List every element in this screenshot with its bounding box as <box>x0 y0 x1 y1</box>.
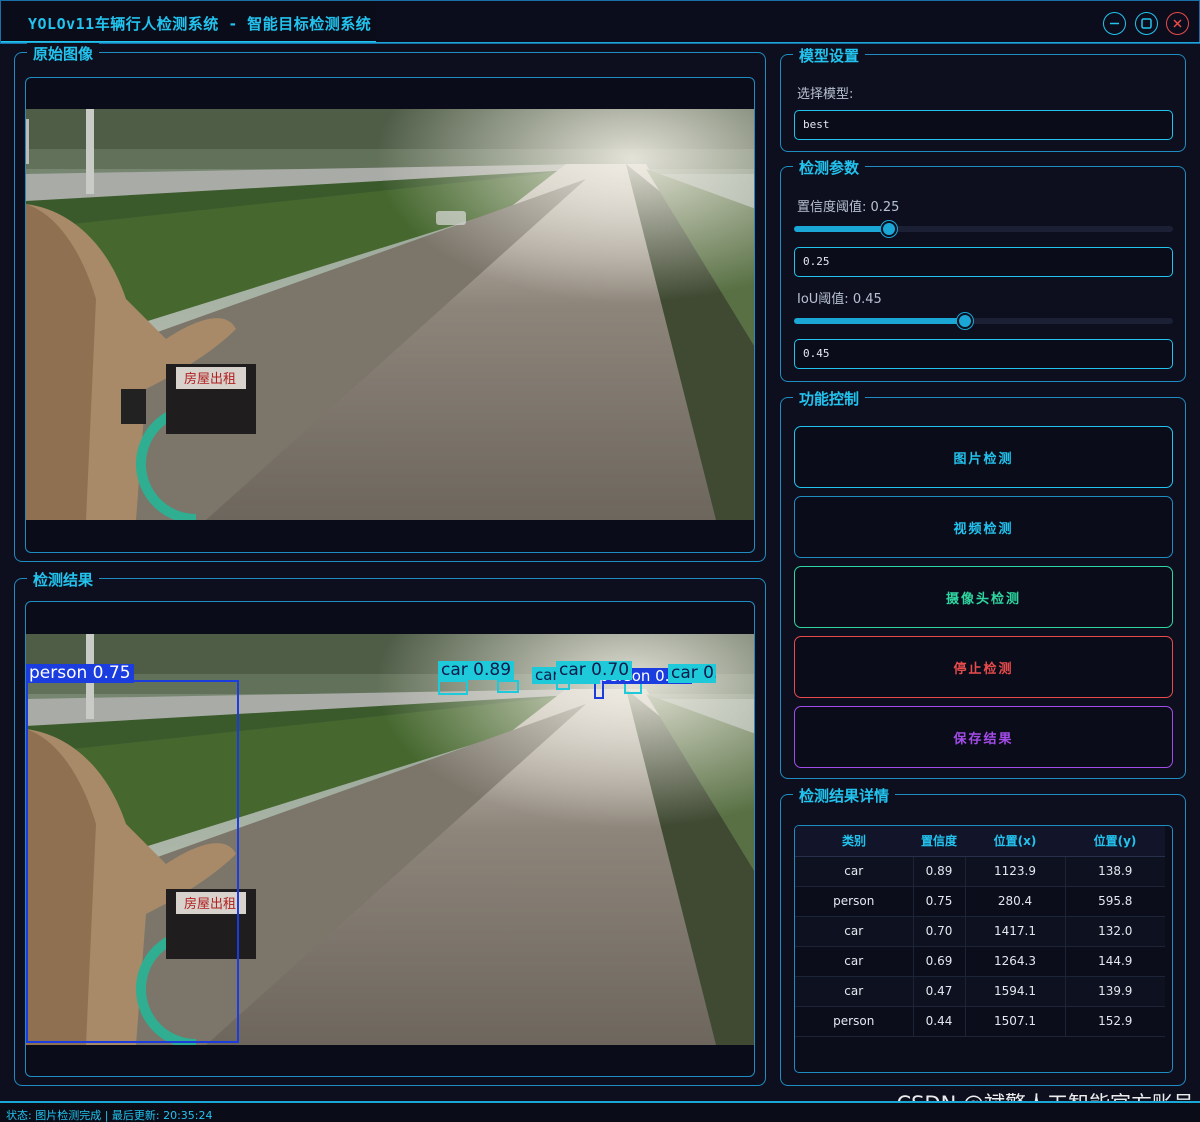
table-row[interactable]: car 0.89 1123.9 138.9 <box>795 856 1165 887</box>
detection-result-panel: 检测结果 房屋出租 person 0.75 person 0.44 car ca… <box>14 569 766 1086</box>
cell-confidence: 0.89 <box>913 856 966 887</box>
table-header-row: 类别 置信度 位置(x) 位置(y) <box>795 826 1165 857</box>
results-detail-title: 检测结果详情 <box>793 785 896 806</box>
table-row[interactable]: car 0.70 1417.1 132.0 <box>795 916 1165 947</box>
title-bar: YOLOv11车辆行人检测系统 - 智能目标检测系统 <box>0 0 1200 44</box>
cell-class: car <box>795 946 914 977</box>
original-panel-title: 原始图像 <box>27 43 100 64</box>
result-panel-title: 检测结果 <box>27 569 100 590</box>
iou-slider[interactable] <box>794 313 1173 329</box>
detection-params-panel: 检测参数 置信度阈值: 0.25 0.25 IoU阈值: 0.45 0.45 <box>780 157 1186 382</box>
results-table-container[interactable]: 类别 置信度 位置(x) 位置(y) car 0.89 1123.9 138.9… <box>794 825 1173 1073</box>
status-text: 状态: 图片检测完成 | 最后更新: 20:35:24 <box>6 1109 213 1122</box>
function-control-title: 功能控制 <box>793 388 866 409</box>
model-select[interactable]: best <box>794 110 1173 140</box>
close-icon <box>1173 19 1182 28</box>
iou-input[interactable]: 0.45 <box>794 339 1173 369</box>
cell-x: 1507.1 <box>965 1006 1066 1037</box>
detection-label: car 0.47 <box>668 664 716 683</box>
status-bar: 状态: 图片检测完成 | 最后更新: 20:35:24 <box>0 1101 1200 1122</box>
column-header-confidence[interactable]: 置信度 <box>913 826 965 857</box>
cell-confidence: 0.70 <box>913 916 966 947</box>
minimize-button[interactable] <box>1103 12 1126 35</box>
results-table: 类别 置信度 位置(x) 位置(y) car 0.89 1123.9 138.9… <box>795 826 1165 1037</box>
iou-slider-handle[interactable] <box>957 313 973 329</box>
cell-class: car <box>795 916 914 947</box>
column-header-y[interactable]: 位置(y) <box>1065 826 1165 857</box>
svg-text:房屋出租: 房屋出租 <box>184 371 236 387</box>
cell-x: 1264.3 <box>965 946 1066 977</box>
maximize-button[interactable] <box>1135 12 1158 35</box>
save-result-button[interactable]: 保存结果 <box>794 706 1173 768</box>
iou-slider-fill <box>794 318 965 324</box>
cell-x: 280.4 <box>965 886 1066 917</box>
cell-y: 152.9 <box>1065 1006 1165 1037</box>
cell-class: car <box>795 856 914 887</box>
cell-x: 1123.9 <box>965 856 1066 887</box>
original-image: 房屋出租 <box>26 109 754 520</box>
column-header-x[interactable]: 位置(x) <box>965 826 1065 857</box>
model-settings-title: 模型设置 <box>793 45 866 66</box>
result-image: 房屋出租 person 0.75 person 0.44 car 0.69 ca… <box>26 634 754 1045</box>
table-row[interactable]: person 0.75 280.4 595.8 <box>795 886 1165 917</box>
video-detect-button[interactable]: 视频检测 <box>794 496 1173 558</box>
original-image-panel: 原始图像 房屋出租 <box>14 43 766 562</box>
camera-detect-button[interactable]: 摄像头检测 <box>794 566 1173 628</box>
detection-label: car 0.70 <box>556 661 633 680</box>
select-model-label: 选择模型: <box>797 87 854 102</box>
cell-y: 139.9 <box>1065 976 1165 1007</box>
cell-y: 595.8 <box>1065 886 1165 917</box>
detection-label: car 0.89 <box>438 661 515 680</box>
image-detect-button[interactable]: 图片检测 <box>794 426 1173 488</box>
title-underline <box>1 42 1200 43</box>
table-row[interactable]: car 0.47 1594.1 139.9 <box>795 976 1165 1007</box>
window-title: YOLOv11车辆行人检测系统 - 智能目标检测系统 <box>28 15 372 33</box>
cell-x: 1417.1 <box>965 916 1066 947</box>
column-header-class[interactable]: 类别 <box>795 826 913 857</box>
detection-box-car <box>438 680 468 695</box>
confidence-input[interactable]: 0.25 <box>794 247 1173 277</box>
detection-box-person <box>26 680 239 1043</box>
cell-x: 1594.1 <box>965 976 1066 1007</box>
cell-class: car <box>795 976 914 1007</box>
detection-box-car <box>497 680 519 693</box>
cell-y: 132.0 <box>1065 916 1165 947</box>
detection-label: person 0.75 <box>26 664 134 683</box>
function-control-panel: 功能控制 图片检测 视频检测 摄像头检测 停止检测 保存结果 <box>780 388 1186 779</box>
table-row[interactable]: person 0.44 1507.1 152.9 <box>795 1006 1165 1037</box>
iou-label: IoU阈值: 0.45 <box>797 292 882 307</box>
road-scene-original: 房屋出租 <box>26 109 754 520</box>
stop-detect-button[interactable]: 停止检测 <box>794 636 1173 698</box>
result-image-frame: 房屋出租 person 0.75 person 0.44 car 0.69 ca… <box>25 601 755 1077</box>
confidence-slider[interactable] <box>794 221 1173 237</box>
confidence-slider-handle[interactable] <box>881 221 897 237</box>
detection-params-title: 检测参数 <box>793 157 866 178</box>
results-detail-panel: 检测结果详情 类别 置信度 位置(x) 位置(y) car 0.89 1123.… <box>780 785 1186 1086</box>
model-settings-panel: 模型设置 选择模型: best <box>780 45 1186 152</box>
cell-confidence: 0.69 <box>913 946 966 977</box>
title-tab: YOLOv11车辆行人检测系统 - 智能目标检测系统 <box>1 1 376 43</box>
cell-class: person <box>795 1006 914 1037</box>
minimize-icon <box>1110 22 1119 25</box>
cell-confidence: 0.47 <box>913 976 966 1007</box>
cell-y: 138.9 <box>1065 856 1165 887</box>
maximize-icon <box>1141 18 1152 29</box>
cell-confidence: 0.75 <box>913 886 966 917</box>
confidence-slider-fill <box>794 226 889 232</box>
cell-class: person <box>795 886 914 917</box>
original-image-frame: 房屋出租 <box>25 77 755 553</box>
table-row[interactable]: car 0.69 1264.3 144.9 <box>795 946 1165 977</box>
cell-confidence: 0.44 <box>913 1006 966 1037</box>
close-button[interactable] <box>1166 12 1189 35</box>
cell-y: 144.9 <box>1065 946 1165 977</box>
confidence-label: 置信度阈值: 0.25 <box>797 200 900 215</box>
